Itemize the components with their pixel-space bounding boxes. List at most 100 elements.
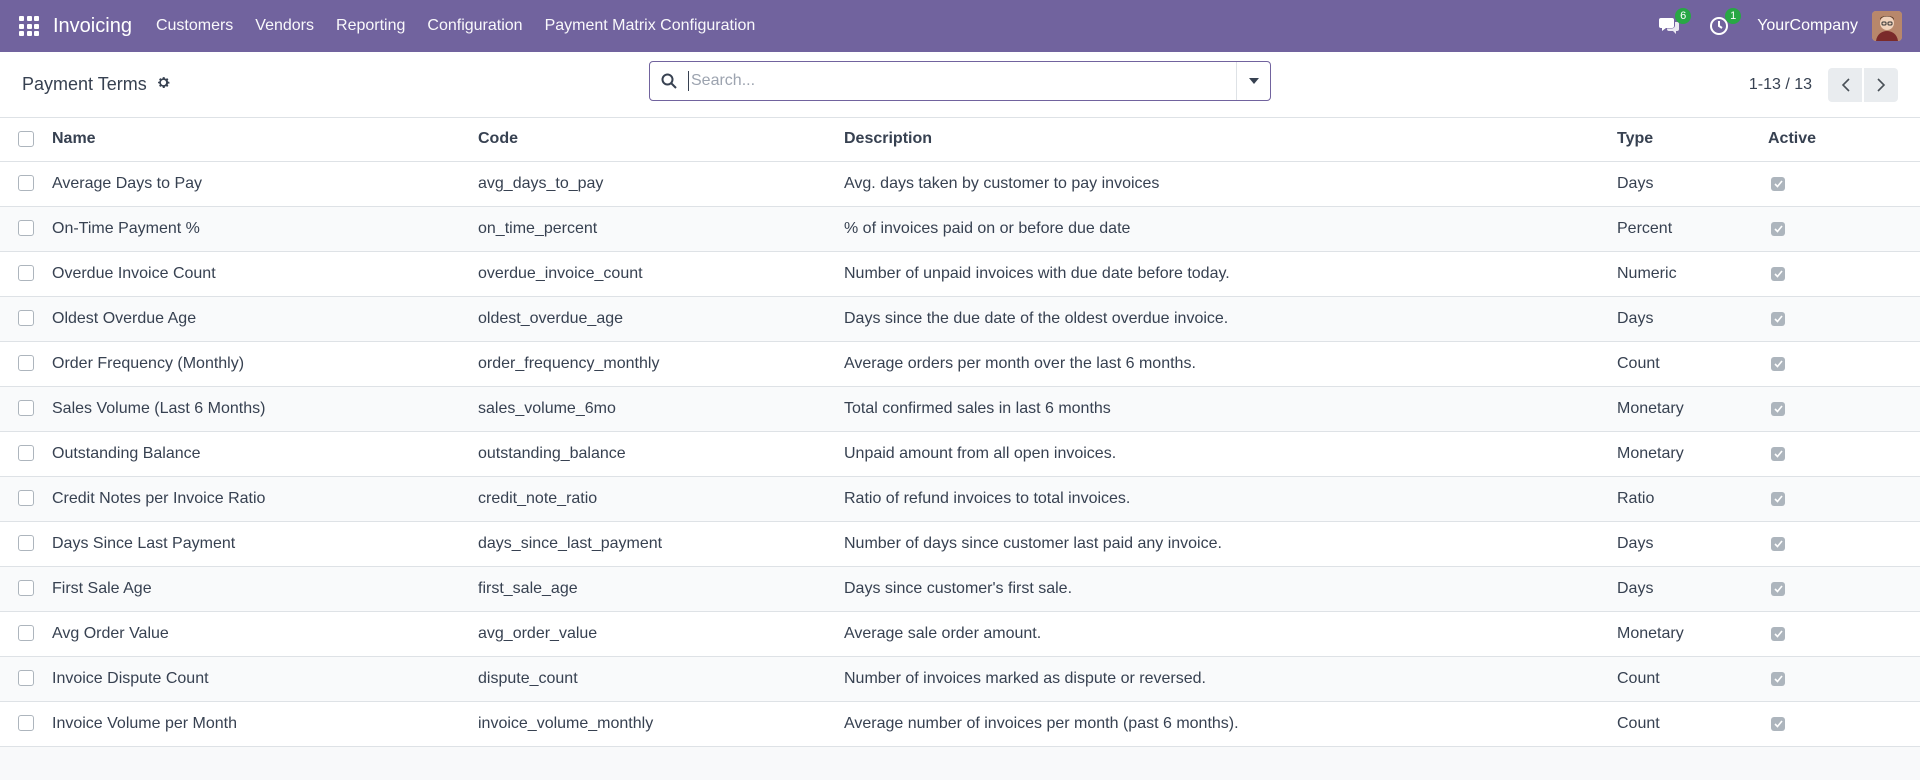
cell-type[interactable]: Monetary bbox=[1617, 386, 1768, 432]
table-row[interactable]: Overdue Invoice Count overdue_invoice_cou… bbox=[0, 251, 1920, 297]
cell-type[interactable]: Days bbox=[1617, 521, 1768, 567]
menu-item-payment-matrix-configuration[interactable]: Payment Matrix Configuration bbox=[545, 17, 756, 35]
cell-description[interactable]: Average sale order amount. bbox=[844, 611, 1617, 657]
row-select-checkbox[interactable] bbox=[18, 535, 34, 552]
cell-name[interactable]: Oldest Overdue Age bbox=[52, 296, 478, 342]
cell-code[interactable]: outstanding_balance bbox=[478, 431, 844, 477]
cell-name[interactable]: Invoice Volume per Month bbox=[52, 701, 478, 747]
pager-value[interactable]: 1-13 / 13 bbox=[1749, 76, 1812, 94]
cell-type[interactable]: Days bbox=[1617, 566, 1768, 612]
table-row[interactable]: Sales Volume (Last 6 Months) sales_volume… bbox=[0, 386, 1920, 432]
cell-type[interactable]: Percent bbox=[1617, 206, 1768, 252]
cell-description[interactable]: Ratio of refund invoices to total invoic… bbox=[844, 476, 1617, 522]
cell-code[interactable]: order_frequency_monthly bbox=[478, 341, 844, 387]
cell-type[interactable]: Monetary bbox=[1617, 611, 1768, 657]
column-header-code[interactable]: Code bbox=[478, 118, 844, 162]
gear-icon[interactable] bbox=[156, 74, 171, 95]
cell-type[interactable]: Ratio bbox=[1617, 476, 1768, 522]
search-options-toggle[interactable] bbox=[1236, 62, 1270, 100]
cell-name[interactable]: First Sale Age bbox=[52, 566, 478, 612]
column-header-name[interactable]: Name bbox=[52, 118, 478, 162]
cell-description[interactable]: Average orders per month over the last 6… bbox=[844, 341, 1617, 387]
cell-code[interactable]: overdue_invoice_count bbox=[478, 251, 844, 297]
menu-item-configuration[interactable]: Configuration bbox=[427, 17, 522, 35]
cell-code[interactable]: on_time_percent bbox=[478, 206, 844, 252]
cell-type[interactable]: Days bbox=[1617, 161, 1768, 207]
row-select-checkbox[interactable] bbox=[18, 490, 34, 507]
cell-name[interactable]: Average Days to Pay bbox=[52, 161, 478, 207]
cell-name[interactable]: Overdue Invoice Count bbox=[52, 251, 478, 297]
row-select-checkbox[interactable] bbox=[18, 175, 34, 192]
row-select-checkbox[interactable] bbox=[18, 445, 34, 462]
cell-name[interactable]: Invoice Dispute Count bbox=[52, 656, 478, 702]
table-row[interactable]: On-Time Payment % on_time_percent% of inv… bbox=[0, 206, 1920, 252]
table-row[interactable]: Avg Order Value avg_order_value Average sa… bbox=[0, 611, 1920, 657]
activities-clock-icon[interactable]: 1 bbox=[1707, 8, 1742, 38]
cell-description[interactable]: Avg. days taken by customer to pay invoi… bbox=[844, 161, 1617, 207]
cell-code[interactable]: oldest_overdue_age bbox=[478, 296, 844, 342]
cell-code[interactable]: sales_volume_6mo bbox=[478, 386, 844, 432]
cell-description[interactable]: Total confirmed sales in last 6 months bbox=[844, 386, 1617, 432]
column-header-type[interactable]: Type bbox=[1617, 118, 1768, 162]
row-select-checkbox[interactable] bbox=[18, 625, 34, 642]
row-select-checkbox[interactable] bbox=[18, 715, 34, 732]
cell-type[interactable]: Count bbox=[1617, 341, 1768, 387]
cell-description[interactable]: % of invoices paid on or before due date bbox=[844, 206, 1617, 252]
cell-code[interactable]: avg_days_to_pay bbox=[478, 161, 844, 207]
row-select-checkbox[interactable] bbox=[18, 310, 34, 327]
cell-name[interactable]: Days Since Last Payment bbox=[52, 521, 478, 567]
cell-description[interactable]: Number of unpaid invoices with due date … bbox=[844, 251, 1617, 297]
cell-description[interactable]: Average number of invoices per month (pa… bbox=[844, 701, 1617, 747]
cell-description[interactable]: Unpaid amount from all open invoices. bbox=[844, 431, 1617, 477]
menu-item-vendors[interactable]: Vendors bbox=[255, 17, 314, 35]
menu-item-customers[interactable]: Customers bbox=[156, 17, 233, 35]
cell-name[interactable]: Sales Volume (Last 6 Months) bbox=[52, 386, 478, 432]
row-select-checkbox[interactable] bbox=[18, 355, 34, 372]
cell-type[interactable]: Count bbox=[1617, 701, 1768, 747]
cell-name[interactable]: Outstanding Balance bbox=[52, 431, 478, 477]
cell-name[interactable]: Avg Order Value bbox=[52, 611, 478, 657]
cell-code[interactable]: dispute_count bbox=[478, 656, 844, 702]
table-row[interactable]: Outstanding Balance outstanding_balance Un… bbox=[0, 431, 1920, 477]
cell-description[interactable]: Days since the due date of the oldest ov… bbox=[844, 296, 1617, 342]
table-row[interactable]: Invoice Dispute Count dispute_count Number… bbox=[0, 656, 1920, 702]
app-name[interactable]: Invoicing bbox=[53, 15, 132, 38]
cell-description[interactable]: Days since customer's first sale. bbox=[844, 566, 1617, 612]
cell-type[interactable]: Monetary bbox=[1617, 431, 1768, 477]
menu-item-reporting[interactable]: Reporting bbox=[336, 17, 405, 35]
company-switcher[interactable]: YourCompany bbox=[1757, 17, 1858, 35]
row-select-checkbox[interactable] bbox=[18, 400, 34, 417]
cell-type[interactable]: Numeric bbox=[1617, 251, 1768, 297]
table-row[interactable]: Credit Notes per Invoice Ratio credit_not… bbox=[0, 476, 1920, 522]
row-select-checkbox[interactable] bbox=[18, 265, 34, 282]
pager-next-button[interactable] bbox=[1864, 67, 1898, 102]
row-select-checkbox[interactable] bbox=[18, 580, 34, 597]
cell-name[interactable]: Order Frequency (Monthly) bbox=[52, 341, 478, 387]
cell-code[interactable]: days_since_last_payment bbox=[478, 521, 844, 567]
table-row[interactable]: Oldest Overdue Age oldest_overdue_age Days… bbox=[0, 296, 1920, 342]
cell-type[interactable]: Days bbox=[1617, 296, 1768, 342]
table-row[interactable]: Average Days to Pay avg_days_to_pay Avg. d… bbox=[0, 161, 1920, 207]
cell-name[interactable]: Credit Notes per Invoice Ratio bbox=[52, 476, 478, 522]
column-header-active[interactable]: Active bbox=[1768, 118, 1920, 162]
cell-code[interactable]: first_sale_age bbox=[478, 566, 844, 612]
table-row[interactable]: Invoice Volume per Month invoice_volume_m… bbox=[0, 701, 1920, 747]
pager-previous-button[interactable] bbox=[1828, 67, 1862, 102]
row-select-checkbox[interactable] bbox=[18, 670, 34, 687]
cell-type[interactable]: Count bbox=[1617, 656, 1768, 702]
cell-code[interactable]: avg_order_value bbox=[478, 611, 844, 657]
select-all-checkbox[interactable] bbox=[18, 131, 34, 148]
table-row[interactable]: Order Frequency (Monthly) order_frequency… bbox=[0, 341, 1920, 387]
cell-code[interactable]: credit_note_ratio bbox=[478, 476, 844, 522]
apps-menu-icon[interactable] bbox=[19, 16, 39, 36]
cell-code[interactable]: invoice_volume_monthly bbox=[478, 701, 844, 747]
cell-name[interactable]: On-Time Payment % bbox=[52, 206, 478, 252]
user-avatar[interactable] bbox=[1872, 11, 1902, 41]
messages-icon[interactable]: 6 bbox=[1657, 8, 1692, 38]
column-header-description[interactable]: Description bbox=[844, 118, 1617, 162]
table-row[interactable]: First Sale Age first_sale_age Days since c… bbox=[0, 566, 1920, 612]
row-select-checkbox[interactable] bbox=[18, 220, 34, 237]
table-row[interactable]: Days Since Last Payment days_since_last_p… bbox=[0, 521, 1920, 567]
cell-description[interactable]: Number of days since customer last paid … bbox=[844, 521, 1617, 567]
cell-description[interactable]: Number of invoices marked as dispute or … bbox=[844, 656, 1617, 702]
